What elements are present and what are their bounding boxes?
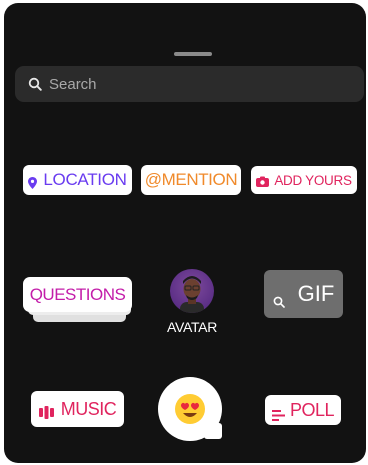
add-yours-sticker[interactable]: ADD YOURS — [251, 166, 357, 194]
poll-lines-icon — [271, 405, 285, 421]
mention-sticker-label: @MENTION — [144, 170, 238, 189]
emoji-slider-sticker[interactable] — [158, 377, 222, 441]
music-bars-icon — [38, 403, 58, 419]
location-sticker-label: LOCATION — [43, 170, 127, 189]
search-bar[interactable] — [15, 66, 364, 102]
search-icon — [28, 77, 42, 91]
music-sticker[interactable]: MUSIC — [31, 391, 124, 427]
add-yours-sticker-label: ADD YOURS — [274, 172, 352, 188]
search-icon — [273, 288, 285, 308]
camera-icon — [256, 175, 270, 187]
poll-sticker-label: POLL — [289, 399, 335, 420]
gif-sticker-label: GIF — [297, 281, 335, 306]
mention-sticker[interactable]: @MENTION — [141, 165, 241, 195]
heart-eyes-emoji-icon — [174, 393, 206, 425]
avatar-icon — [170, 269, 214, 313]
search-input[interactable] — [49, 75, 349, 93]
sticker-tray-sheet: LOCATION @MENTION ADD YOURS QUESTIONS AV… — [4, 3, 366, 463]
questions-sticker-label: QUESTIONS — [29, 284, 126, 304]
poll-sticker[interactable]: POLL — [265, 395, 341, 425]
questions-sticker[interactable]: QUESTIONS — [23, 277, 132, 312]
avatar-sticker-label: AVATAR — [166, 319, 218, 335]
gif-sticker[interactable]: GIF — [264, 270, 343, 318]
music-sticker-label: MUSIC — [60, 398, 117, 419]
location-sticker[interactable]: LOCATION — [23, 165, 132, 195]
avatar-sticker[interactable]: AVATAR — [164, 269, 220, 335]
location-pin-icon — [28, 174, 38, 189]
drag-handle-icon[interactable] — [174, 52, 212, 56]
